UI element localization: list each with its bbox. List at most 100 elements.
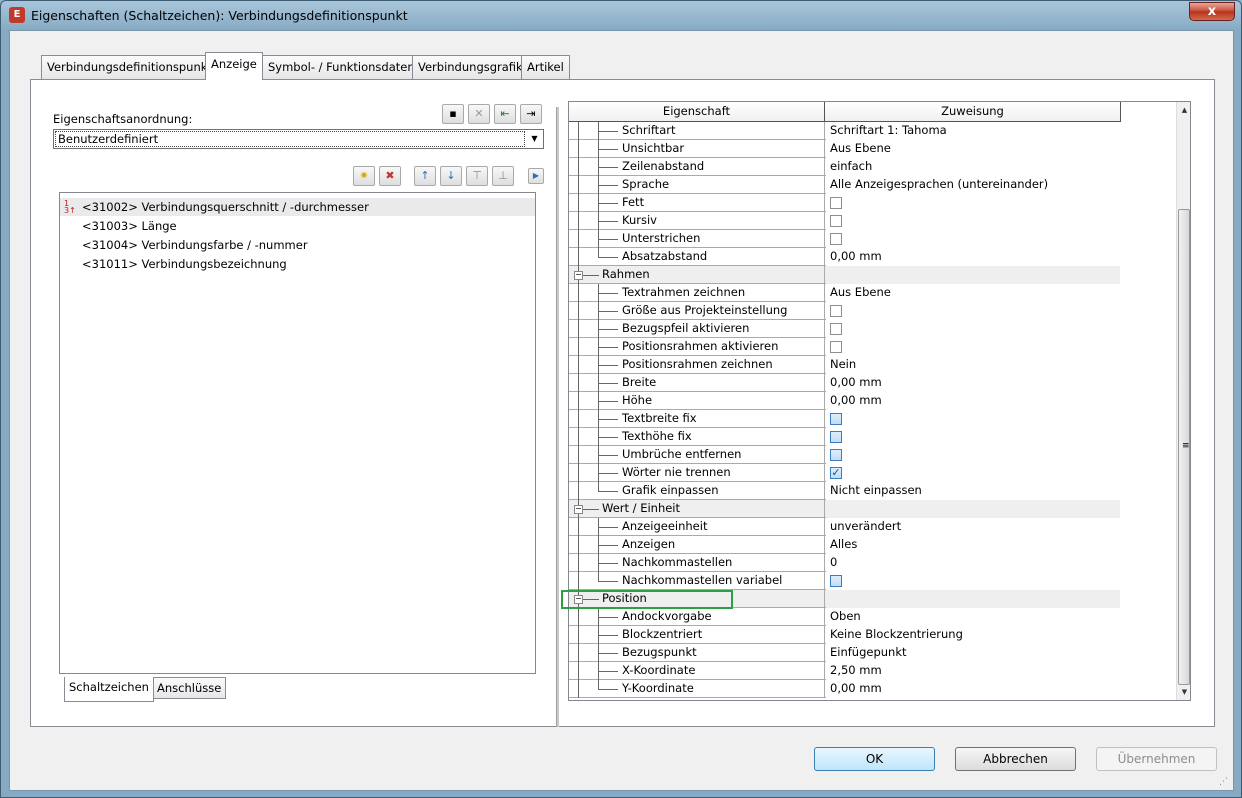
grid-row-value[interactable] (826, 338, 1120, 356)
list-item[interactable]: <31011> Verbindungsbezeichnung (82, 255, 287, 273)
grid-row[interactable]: Unsichtbar Aus Ebene (569, 140, 1120, 158)
collapse-icon[interactable]: − (574, 271, 583, 280)
resize-grip-icon[interactable]: ⋰ (1219, 776, 1231, 788)
grid-row[interactable]: X-Koordinate 2,50 mm (569, 662, 1120, 680)
grid-row[interactable]: Positionsrahmen zeichnen Nein (569, 356, 1120, 374)
tab-symbol-funktionsdaten[interactable]: Symbol- / Funktionsdaten (262, 55, 421, 79)
checkbox[interactable] (830, 197, 842, 209)
chevron-down-icon[interactable]: ▼ (526, 130, 543, 148)
grid-row-value[interactable] (826, 194, 1120, 212)
save-icon[interactable]: ▪ (442, 104, 464, 124)
grid-row[interactable]: Nachkommastellen variabel (569, 572, 1120, 590)
tab-schaltzeichen[interactable]: Schaltzeichen (64, 677, 154, 702)
grid-row-value[interactable]: Nein (826, 356, 1120, 374)
grid-row[interactable]: Grafik einpassen Nicht einpassen (569, 482, 1120, 500)
grid-row[interactable]: Bezugspfeil aktivieren (569, 320, 1120, 338)
move-bottom-icon[interactable]: ⊥ (492, 166, 514, 186)
tab-verbindungsgrafik[interactable]: Verbindungsgrafik (412, 55, 529, 79)
arrow-right-icon[interactable]: ▶ (528, 168, 544, 184)
grid-row-value[interactable]: Alle Anzeigesprachen (untereinander) (826, 176, 1120, 194)
list-item[interactable]: <31003> Länge (82, 217, 177, 235)
grid-row[interactable]: Textbreite fix (569, 410, 1120, 428)
grid-row-value[interactable] (826, 428, 1120, 446)
property-list[interactable]: 1 3↑ <31002> Verbindungsquerschnitt / -du… (59, 192, 536, 674)
grid-row-value[interactable]: Keine Blockzentrierung (826, 626, 1120, 644)
grid-row-value[interactable] (826, 302, 1120, 320)
checkbox[interactable] (830, 449, 842, 461)
grid-row-value[interactable]: Nicht einpassen (826, 482, 1120, 500)
grid-row-value[interactable]: Aus Ebene (826, 284, 1120, 302)
grid-row-value[interactable] (826, 320, 1120, 338)
grid-row[interactable]: Höhe 0,00 mm (569, 392, 1120, 410)
grid-category-row[interactable]: − Rahmen (569, 266, 1120, 284)
grid-row[interactable]: Fett (569, 194, 1120, 212)
grid-category-row[interactable]: − Wert / Einheit (569, 500, 1120, 518)
apply-button[interactable]: Übernehmen (1096, 747, 1217, 771)
ok-button[interactable]: OK (814, 747, 935, 771)
grid-row[interactable]: Umbrüche entfernen (569, 446, 1120, 464)
grid-row-value[interactable]: 0,00 mm (826, 374, 1120, 392)
checkbox[interactable] (830, 233, 842, 245)
grid-row[interactable]: Andockvorgabe Oben (569, 608, 1120, 626)
grid-row-value[interactable]: Schriftart 1: Tahoma (826, 122, 1120, 140)
grid-row[interactable]: Unterstrichen (569, 230, 1120, 248)
list-item[interactable]: 1 3↑ <31002> Verbindungsquerschnitt / -du… (60, 198, 535, 216)
grid-row-value[interactable] (826, 446, 1120, 464)
title-bar[interactable]: E Eigenschaften (Schaltzeichen): Verbind… (1, 1, 1241, 29)
checkbox[interactable] (830, 323, 842, 335)
checkbox-checked[interactable]: ✓ (830, 467, 842, 479)
grid-row-value[interactable]: Alles (826, 536, 1120, 554)
grid-row-value[interactable]: Oben (826, 608, 1120, 626)
grid-row[interactable]: Kursiv (569, 212, 1120, 230)
export-icon[interactable]: ⇥ (520, 104, 542, 124)
column-header-eigenschaft[interactable]: Eigenschaft (569, 102, 825, 122)
grid-row-value[interactable]: einfach (826, 158, 1120, 176)
grid-row[interactable]: Blockzentriert Keine Blockzentrierung (569, 626, 1120, 644)
grid-row[interactable]: Texthöhe fix (569, 428, 1120, 446)
grid-row[interactable]: Größe aus Projekteinstellung (569, 302, 1120, 320)
delete-icon[interactable]: ✖ (379, 166, 401, 186)
grid-row-value[interactable]: Einfügepunkt (826, 644, 1120, 662)
scroll-down-icon[interactable]: ▼ (1177, 684, 1190, 700)
grid-row-value[interactable]: 2,50 mm (826, 662, 1120, 680)
list-item[interactable]: <31004> Verbindungsfarbe / -nummer (82, 236, 308, 254)
vertical-scrollbar[interactable]: ▲ ≡ ▼ (1176, 102, 1190, 700)
tab-anschluesse[interactable]: Anschlüsse (152, 677, 227, 699)
grid-row[interactable]: Bezugspunkt Einfügepunkt (569, 644, 1120, 662)
checkbox[interactable] (830, 413, 842, 425)
tab-anzeige[interactable]: Anzeige (205, 52, 263, 80)
checkbox[interactable] (830, 215, 842, 227)
grid-row[interactable]: Absatzabstand 0,00 mm (569, 248, 1120, 266)
collapse-icon[interactable]: − (574, 505, 583, 514)
move-down-icon[interactable]: ↓ (440, 166, 462, 186)
grid-row[interactable]: Y-Koordinate 0,00 mm (569, 680, 1120, 698)
delete-scheme-icon[interactable]: ✕ (468, 104, 490, 124)
grid-row[interactable]: Anzeigeeinheit unverändert (569, 518, 1120, 536)
grid-row[interactable]: Textrahmen zeichnen Aus Ebene (569, 284, 1120, 302)
grid-row-value[interactable]: 0,00 mm (826, 680, 1120, 698)
scroll-up-icon[interactable]: ▲ (1177, 102, 1190, 118)
tab-artikel[interactable]: Artikel (521, 55, 570, 79)
close-button[interactable]: x (1189, 2, 1235, 21)
grid-row-value[interactable] (826, 212, 1120, 230)
cancel-button[interactable]: Abbrechen (955, 747, 1076, 771)
grid-row-value[interactable] (826, 410, 1120, 428)
grid-row[interactable]: Positionsrahmen aktivieren (569, 338, 1120, 356)
checkbox[interactable] (830, 431, 842, 443)
grid-row-value[interactable] (826, 230, 1120, 248)
grid-row-value[interactable]: unverändert (826, 518, 1120, 536)
panel-splitter[interactable] (556, 107, 559, 727)
checkbox[interactable] (830, 575, 842, 587)
column-header-zuweisung[interactable]: Zuweisung (825, 102, 1121, 122)
grid-row[interactable]: Anzeigen Alles (569, 536, 1120, 554)
grid-row[interactable]: Schriftart Schriftart 1: Tahoma (569, 122, 1120, 140)
grid-row[interactable]: Zeilenabstand einfach (569, 158, 1120, 176)
arrangement-select[interactable]: Benutzerdefiniert ▼ (53, 129, 544, 149)
grid-row-value[interactable]: 0 (826, 554, 1120, 572)
new-icon[interactable]: ✷ (353, 166, 375, 186)
move-up-icon[interactable]: ↑ (414, 166, 436, 186)
scroll-thumb[interactable]: ≡ (1178, 209, 1190, 685)
grid-row-value[interactable]: 0,00 mm (826, 248, 1120, 266)
grid-row-value[interactable]: ✓ (826, 464, 1120, 482)
grid-row-value[interactable]: Aus Ebene (826, 140, 1120, 158)
